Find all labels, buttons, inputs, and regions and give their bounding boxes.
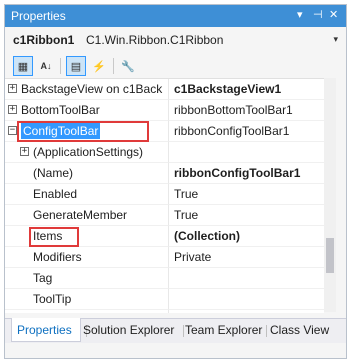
tab-solution-explorer[interactable]: Solution Explorer <box>83 323 174 337</box>
property-value-cell[interactable] <box>169 289 324 310</box>
property-value: (Collection) <box>174 229 240 243</box>
properties-titlebar[interactable]: Properties ▾ ⊣ ✕ <box>5 5 346 27</box>
property-name-cell[interactable]: Items <box>5 226 169 247</box>
property-row[interactable]: Enabled True <box>5 184 324 205</box>
property-name: Enabled <box>33 187 78 201</box>
expand-icon[interactable]: + <box>20 147 29 156</box>
property-row[interactable]: GenerateMember True <box>5 205 324 226</box>
property-value-cell[interactable]: Private <box>169 247 324 268</box>
property-value-cell[interactable]: ribbonConfigToolBar1 <box>169 121 324 142</box>
property-pages-button[interactable]: 🔧 <box>118 56 138 76</box>
property-name-cell[interactable]: Enabled <box>5 184 169 205</box>
property-name-cell[interactable]: (Name) <box>5 163 169 184</box>
property-name-cell[interactable]: GenerateMember <box>5 205 169 226</box>
property-row[interactable]: − ConfigToolBar ribbonConfigToolBar1 <box>5 121 324 142</box>
property-name: Tag <box>33 271 53 285</box>
highlight-box <box>29 227 79 247</box>
tab-separator <box>266 325 267 337</box>
categorized-icon: ▦ <box>17 60 29 73</box>
property-name: BottomToolBar <box>21 103 100 117</box>
property-row[interactable]: + BackstageView on c1Back c1BackstageView1 <box>5 79 324 100</box>
property-name: BackstageView on c1Back <box>21 82 163 96</box>
property-row[interactable]: ToolTip <box>5 289 324 310</box>
object-name: c1Ribbon1 <box>13 33 75 47</box>
chevron-down-icon[interactable]: ▾ <box>333 34 338 45</box>
property-name-cell[interactable]: − ConfigToolBar <box>5 121 169 142</box>
property-name: ToolTip <box>33 292 72 306</box>
property-row[interactable]: VisibleTrue <box>5 310 324 313</box>
events-button[interactable]: ⚡ <box>89 56 109 76</box>
property-name-cell[interactable]: + BackstageView on c1Back <box>5 79 169 100</box>
property-name-cell[interactable]: Tag <box>5 268 169 289</box>
property-name-cell[interactable]: Modifiers <box>5 247 169 268</box>
property-name: (Name) <box>33 166 74 180</box>
properties-button[interactable]: ▤ <box>66 56 86 76</box>
tab-separator <box>183 325 184 337</box>
vertical-scrollbar[interactable] <box>324 78 336 312</box>
properties-toolbar: ▦ A↓ ▤ ⚡ 🔧 <box>5 53 346 79</box>
alphabetical-button[interactable]: A↓ <box>36 56 56 76</box>
tab-team-explorer[interactable]: Team Explorer <box>185 323 262 337</box>
close-icon[interactable]: ✕ <box>329 8 338 21</box>
scrollbar-thumb[interactable] <box>326 238 334 273</box>
object-type: C1.Win.Ribbon.C1Ribbon <box>86 33 224 47</box>
tab-properties[interactable]: Properties <box>17 323 72 337</box>
categorized-button[interactable]: ▦ <box>13 56 33 76</box>
property-name-cell[interactable]: + (ApplicationSettings) <box>5 142 169 163</box>
expand-icon[interactable]: + <box>8 84 17 93</box>
property-value-cell[interactable]: (Collection) <box>169 226 324 247</box>
property-row[interactable]: Items (Collection) <box>5 226 324 247</box>
property-value-cell[interactable]: ribbonConfigToolBar1 <box>169 163 324 184</box>
property-value: Private <box>174 250 212 264</box>
window-title: Properties <box>11 9 66 23</box>
property-value-cell[interactable]: c1BackstageView1 <box>169 79 324 100</box>
toolbar-separator <box>113 58 114 74</box>
tab-class-view[interactable]: Class View <box>270 323 329 337</box>
property-value-cell[interactable] <box>169 268 324 289</box>
wrench-icon: 🔧 <box>121 60 135 73</box>
property-value: True <box>174 187 199 201</box>
property-value: ribbonConfigToolBar1 <box>174 166 301 180</box>
property-name-cell[interactable]: + BottomToolBar <box>5 100 169 121</box>
property-value: True <box>174 208 199 222</box>
property-grid[interactable]: + BackstageView on c1Back c1BackstageView1… <box>5 78 324 313</box>
property-row[interactable]: + (ApplicationSettings) <box>5 142 324 163</box>
property-value: ribbonConfigToolBar1 <box>174 124 290 138</box>
property-row[interactable]: (Name) ribbonConfigToolBar1 <box>5 163 324 184</box>
property-row[interactable]: Modifiers Private <box>5 247 324 268</box>
collapse-icon[interactable]: − <box>8 126 17 135</box>
property-name: GenerateMember <box>33 208 128 222</box>
window-menu-dropdown-icon[interactable]: ▾ <box>297 8 303 21</box>
property-value-cell[interactable]: True <box>169 184 324 205</box>
property-value: ribbonBottomToolBar1 <box>174 103 293 117</box>
property-value-cell[interactable]: True <box>169 310 324 313</box>
property-row[interactable]: + BottomToolBar ribbonBottomToolBar1 <box>5 100 324 121</box>
property-name: Modifiers <box>33 250 82 264</box>
pin-icon[interactable]: ⊣ <box>313 8 323 21</box>
property-row[interactable]: Tag <box>5 268 324 289</box>
property-name-cell[interactable]: Visible <box>5 310 169 313</box>
tool-window-tabs: Properties Solution Explorer Team Explor… <box>5 318 346 343</box>
properties-icon: ▤ <box>70 60 82 73</box>
property-value-cell[interactable] <box>169 142 324 163</box>
property-name: (ApplicationSettings) <box>33 145 144 159</box>
property-name-cell[interactable]: ToolTip <box>5 289 169 310</box>
property-value-cell[interactable]: True <box>169 205 324 226</box>
lightning-icon: ⚡ <box>92 60 106 73</box>
property-value-cell[interactable]: ribbonBottomToolBar1 <box>169 100 324 121</box>
toolbar-separator <box>60 58 61 74</box>
alphabetical-sort-icon: A↓ <box>40 61 52 71</box>
property-value: c1BackstageView1 <box>174 82 282 96</box>
object-selector[interactable]: c1Ribbon1 C1.Win.Ribbon.C1Ribbon ▾ <box>5 27 346 54</box>
expand-icon[interactable]: + <box>8 105 17 114</box>
highlight-box <box>17 121 149 142</box>
